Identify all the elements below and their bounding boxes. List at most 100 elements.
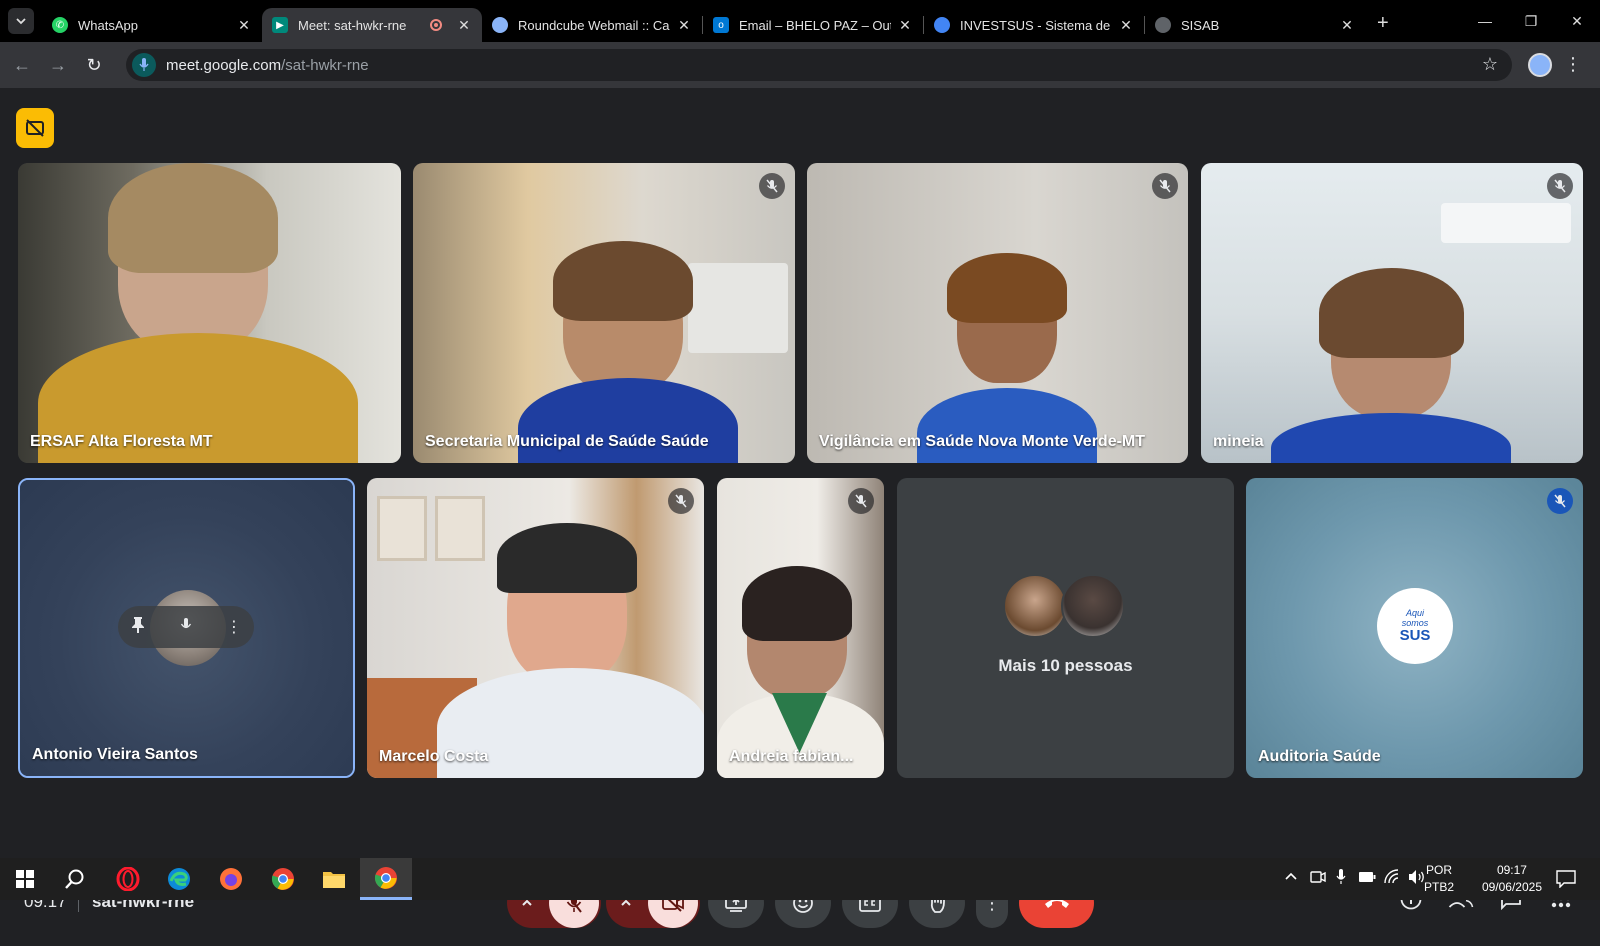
more-participants-tile[interactable]: Mais 10 pessoas <box>897 478 1234 778</box>
browser-tab-strip: ✆ WhatsApp ✕ ▶ Meet: sat-hwkr-rne ✕ Roun… <box>0 0 1600 42</box>
muted-mic-icon <box>759 173 785 199</box>
battery-icon[interactable] <box>1358 871 1376 886</box>
sus-logo-line3: SUS <box>1399 626 1431 644</box>
muted-mic-icon <box>668 488 694 514</box>
close-window-icon[interactable]: ✕ <box>1554 13 1600 30</box>
tab-investsus[interactable]: INVESTSUS - Sistema de In ✕ <box>924 8 1144 42</box>
participant-name: mineia <box>1213 433 1264 450</box>
file-explorer-icon[interactable] <box>321 866 347 892</box>
tab-title: SISAB <box>1181 17 1220 33</box>
reload-icon[interactable]: ↻ <box>76 55 112 76</box>
close-icon[interactable]: ✕ <box>676 17 692 34</box>
sus-logo: Aqui somos SUS <box>1377 588 1453 664</box>
participant-tile[interactable]: Vigilância em Saúde Nova Monte Verde-MT <box>807 163 1188 463</box>
participant-tile[interactable]: Andreia fabian... <box>717 478 884 778</box>
lang-layout: PTB2 <box>1423 880 1454 894</box>
participant-tile[interactable]: ERSAF Alta Floresta MT <box>18 163 401 463</box>
system-date: 09/06/2025 <box>1481 880 1542 894</box>
more-options-icon[interactable]: ⋮ <box>226 617 242 637</box>
edge-icon[interactable] <box>166 866 192 892</box>
pin-icon[interactable] <box>130 616 146 639</box>
system-clock[interactable]: 09:17 09/06/2025 <box>1482 862 1542 896</box>
meet-stage: ERSAF Alta Floresta MT Secretaria Munici… <box>0 88 1600 928</box>
new-tab-button[interactable]: + <box>1377 12 1389 35</box>
participant-name: ERSAF Alta Floresta MT <box>30 433 213 450</box>
tab-sisab[interactable]: SISAB ✕ <box>1145 8 1365 42</box>
tab-title: Meet: sat-hwkr-rne <box>298 17 407 33</box>
system-time: 09:17 <box>1496 863 1527 877</box>
participant-name: Andreia fabian... <box>729 748 854 765</box>
investsus-icon <box>934 17 950 33</box>
participant-name: Auditoria Saúde <box>1258 748 1381 765</box>
chrome-icon[interactable] <box>270 866 296 892</box>
tab-whatsapp[interactable]: ✆ WhatsApp ✕ <box>42 8 262 42</box>
chrome-taskbar-active[interactable] <box>360 858 412 900</box>
muted-mic-icon <box>1547 488 1573 514</box>
keyboard-language[interactable]: POR PTB2 <box>1424 862 1454 896</box>
wifi-icon[interactable] <box>1384 869 1400 888</box>
more-participants-label: Mais 10 pessoas <box>998 656 1133 675</box>
participant-name: Marcelo Costa <box>379 748 489 765</box>
back-arrow-icon[interactable]: ← <box>4 55 40 76</box>
tab-title: Roundcube Webmail :: Cai <box>518 17 670 33</box>
participant-name: Vigilância em Saúde Nova Monte Verde-MT <box>819 433 1146 450</box>
participant-name: Antonio Vieira Santos <box>32 746 198 763</box>
muted-mic-icon <box>1152 173 1178 199</box>
recording-icon <box>430 19 442 31</box>
window-controls: — ❐ ✕ <box>1462 0 1600 42</box>
address-bar[interactable]: meet.google.com/sat-hwkr-rne ☆ <box>126 49 1512 81</box>
globe-icon <box>1155 17 1171 33</box>
browser-toolbar: ← → ↻ meet.google.com/sat-hwkr-rne ☆ ⋮ <box>0 42 1600 88</box>
sus-logo-line2: somos <box>1401 617 1429 628</box>
close-icon[interactable]: ✕ <box>1118 17 1134 34</box>
no-captions-icon <box>26 119 44 137</box>
captions-off-indicator[interactable] <box>16 108 54 148</box>
participant-tile[interactable]: mineia <box>1201 163 1583 463</box>
sus-logo-line1: Aqui <box>1405 607 1424 618</box>
chevron-up-icon[interactable] <box>1284 870 1298 884</box>
firefox-icon[interactable] <box>218 866 244 892</box>
forward-arrow-icon[interactable]: → <box>40 55 76 76</box>
tab-title: WhatsApp <box>78 17 138 33</box>
tab-title: Email – BHELO PAZ – Outlo <box>739 17 891 33</box>
close-icon[interactable]: ✕ <box>236 17 252 34</box>
participant-tile[interactable]: Aqui somos SUS Auditoria Saúde <box>1246 478 1583 778</box>
restore-icon[interactable]: ❐ <box>1508 13 1554 30</box>
close-icon[interactable]: ✕ <box>456 17 472 34</box>
muted-mic-icon <box>1547 173 1573 199</box>
avatar <box>1003 574 1067 638</box>
microphone-tray-icon[interactable] <box>1336 869 1346 888</box>
participant-tile[interactable]: Secretaria Municipal de Saúde Saúde <box>413 163 795 463</box>
windows-taskbar: POR PTB2 09:17 09/06/2025 <box>0 858 1600 900</box>
roundcube-icon <box>492 17 508 33</box>
meet-tray-icon[interactable] <box>1310 870 1326 887</box>
lang-code: POR <box>1425 863 1452 877</box>
search-icon[interactable] <box>62 866 88 892</box>
microphone-icon[interactable] <box>132 53 156 77</box>
browser-menu-icon[interactable]: ⋮ <box>1564 55 1582 73</box>
tab-outlook[interactable]: o Email – BHELO PAZ – Outlo ✕ <box>703 8 923 42</box>
mic-icon[interactable] <box>180 617 192 638</box>
participant-tile[interactable]: Marcelo Costa <box>367 478 704 778</box>
tile-hover-controls: ⋮ <box>118 606 254 648</box>
outlook-icon: o <box>713 17 729 33</box>
profile-avatar[interactable] <box>1528 53 1552 77</box>
minimize-icon[interactable]: — <box>1462 13 1508 29</box>
tab-meet[interactable]: ▶ Meet: sat-hwkr-rne ✕ <box>262 8 482 42</box>
notifications-icon[interactable] <box>1556 870 1576 891</box>
whatsapp-icon: ✆ <box>52 17 68 33</box>
tab-title: INVESTSUS - Sistema de In <box>960 17 1112 33</box>
opera-icon[interactable] <box>115 866 141 892</box>
url-path: /sat-hwkr-rne <box>281 56 369 74</box>
bookmark-star-icon[interactable]: ☆ <box>1482 54 1498 75</box>
tab-roundcube[interactable]: Roundcube Webmail :: Cai ✕ <box>482 8 702 42</box>
close-icon[interactable]: ✕ <box>1339 17 1355 34</box>
participant-tile-pinned[interactable]: ⋮ Antonio Vieira Santos <box>18 478 355 778</box>
chevron-down-icon <box>16 18 26 25</box>
tab-search-button[interactable] <box>8 8 34 34</box>
participant-name: Secretaria Municipal de Saúde Saúde <box>425 433 709 450</box>
muted-mic-icon <box>848 488 874 514</box>
close-icon[interactable]: ✕ <box>897 17 913 34</box>
windows-start-icon[interactable] <box>12 866 38 892</box>
meet-icon: ▶ <box>272 17 288 33</box>
